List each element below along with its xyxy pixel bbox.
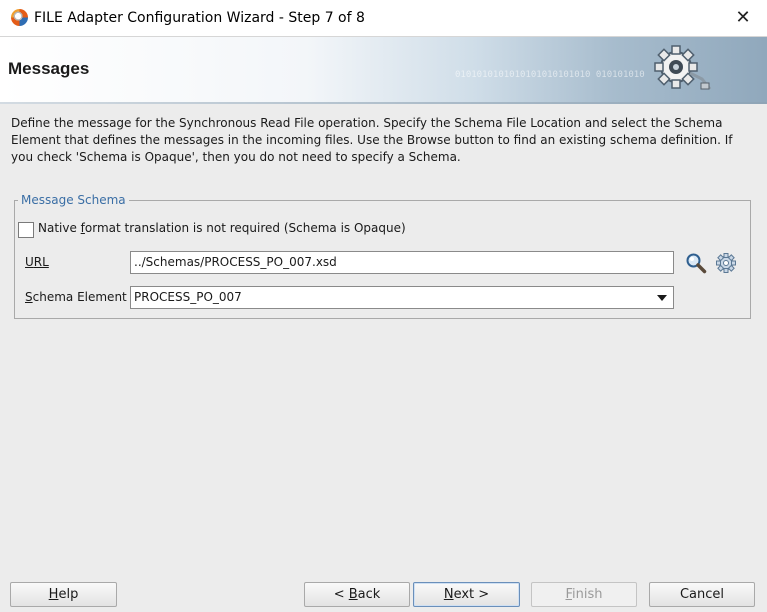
schema-opaque-checkbox[interactable]	[18, 222, 34, 238]
label-text: chema Element	[32, 290, 127, 304]
mnemonic-char: H	[48, 587, 59, 602]
adapter-gear-icon	[654, 45, 712, 90]
schema-element-value: PROCESS_PO_007	[134, 290, 242, 304]
banner-divider	[0, 102, 767, 104]
close-button[interactable]: ✕	[719, 0, 767, 36]
button-label: ext >	[453, 587, 490, 602]
page-title: Messages	[8, 59, 90, 78]
url-field[interactable]: ../Schemas/PROCESS_PO_007.xsd	[130, 251, 674, 274]
banner-decoration-text: 0101010101010101010101010 0101010101010	[455, 70, 645, 80]
header-banner: Messages 0101010101010101010101010 01010…	[0, 37, 767, 102]
finish-button[interactable]: Finish	[531, 582, 637, 607]
instructions-line: you check 'Schema is Opaque', then you d…	[11, 150, 461, 164]
label-text: ormat translation is not required (Schem…	[84, 221, 406, 235]
help-button[interactable]: Help	[10, 582, 117, 607]
mnemonic-char: N	[443, 587, 454, 602]
url-label: URL	[25, 255, 49, 269]
title-bar: FILE Adapter Configuration Wizard - Step…	[0, 0, 767, 37]
message-schema-legend: Message Schema	[18, 192, 129, 208]
mnemonic-char: U	[25, 255, 34, 269]
instructions-text: Define the message for the Synchronous R…	[11, 115, 756, 166]
window-title: FILE Adapter Configuration Wizard - Step…	[34, 10, 365, 26]
instructions-line: Define the message for the Synchronous R…	[11, 116, 723, 130]
search-icon[interactable]	[685, 252, 707, 274]
button-label: ack	[357, 587, 381, 602]
label-text: RL	[33, 255, 49, 269]
schema-element-dropdown[interactable]: PROCESS_PO_007	[130, 286, 674, 309]
button-label: elp	[58, 587, 79, 602]
schema-element-label: Schema Element	[25, 290, 127, 304]
instructions-line: Element that defines the messages in the…	[11, 133, 733, 147]
chevron-down-icon[interactable]	[657, 295, 667, 301]
back-button[interactable]: < Back	[304, 582, 410, 607]
next-button[interactable]: Next >	[413, 582, 520, 607]
cancel-button[interactable]: Cancel	[649, 582, 755, 607]
mnemonic-char: S	[25, 290, 33, 304]
schema-opaque-label[interactable]: Native format translation is not require…	[38, 221, 406, 235]
gear-icon[interactable]	[716, 253, 736, 273]
button-label: <	[333, 587, 349, 602]
app-logo-icon	[11, 9, 28, 26]
label-text: Native	[38, 221, 81, 235]
mnemonic-char: B	[348, 587, 358, 602]
button-label: inish	[572, 587, 603, 602]
